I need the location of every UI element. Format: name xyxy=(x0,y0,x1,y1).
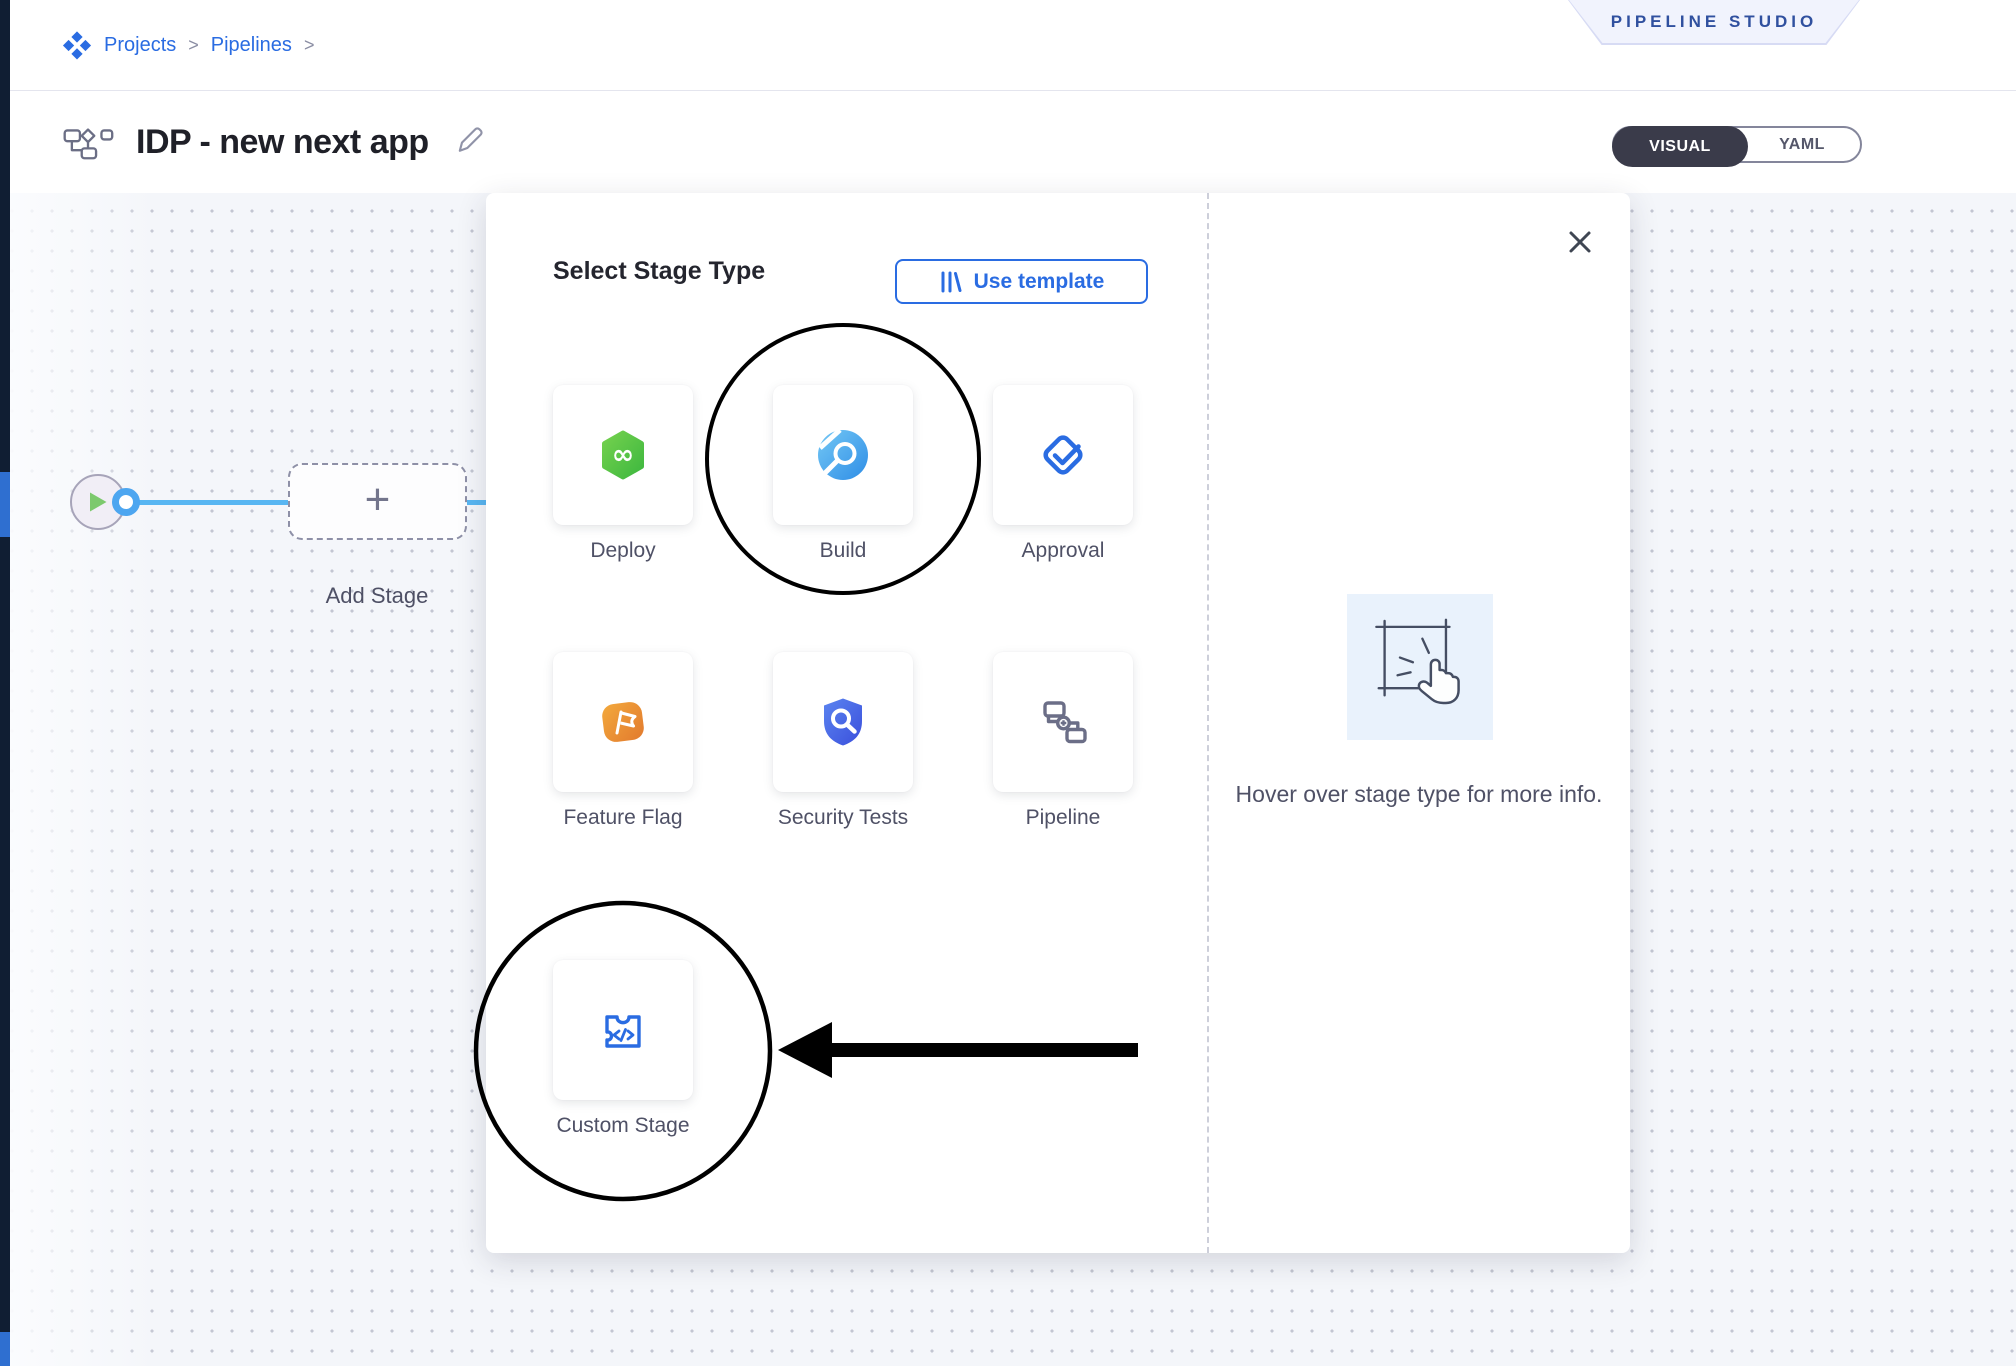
breadcrumb-projects[interactable]: Projects xyxy=(104,34,176,57)
edge-connector xyxy=(139,500,289,505)
play-icon xyxy=(88,491,108,513)
template-library-icon xyxy=(939,270,963,294)
hover-info-illustration xyxy=(1347,594,1493,740)
stage-card-feature-flag[interactable] xyxy=(553,652,693,792)
add-stage-node[interactable]: + xyxy=(288,463,467,540)
security-shield-icon xyxy=(815,694,871,750)
use-template-label: Use template xyxy=(974,270,1105,294)
edit-title-pencil-icon[interactable] xyxy=(455,125,485,160)
pipeline-studio-badge-label: PIPELINE STUDIO xyxy=(1568,0,1860,43)
breadcrumb-separator: > xyxy=(304,35,315,56)
page-title: IDP - new next app xyxy=(136,123,429,162)
stage-label-deploy: Deploy xyxy=(531,535,715,566)
stage-card-security-tests[interactable] xyxy=(773,652,913,792)
pipeline-chain-icon xyxy=(1035,694,1091,750)
hover-info-hint: Hover over stage type for more info. xyxy=(1228,778,1610,810)
toggle-yaml[interactable]: YAML xyxy=(1744,128,1860,161)
add-stage-label: Add Stage xyxy=(277,583,477,609)
feature-flag-icon xyxy=(595,694,651,750)
projects-logo-icon[interactable] xyxy=(62,30,92,60)
svg-text:∞: ∞ xyxy=(612,440,635,471)
stage-label-approval: Approval xyxy=(971,535,1155,566)
stage-label-security-tests: Security Tests xyxy=(768,802,918,833)
stage-card-pipeline[interactable] xyxy=(993,652,1133,792)
panel-divider xyxy=(1207,193,1209,1253)
rail-active-indicator xyxy=(0,472,10,537)
plus-icon: + xyxy=(365,478,391,522)
deploy-cd-icon: ∞ xyxy=(595,427,651,483)
hand-click-sketch-icon xyxy=(1361,608,1479,726)
close-x-icon xyxy=(1567,229,1593,255)
stage-card-build[interactable] xyxy=(773,385,913,525)
build-ci-icon xyxy=(815,427,871,483)
edge-connector xyxy=(467,500,487,505)
toggle-visual[interactable]: VISUAL xyxy=(1612,126,1748,167)
custom-stage-icon xyxy=(595,1002,651,1058)
close-button[interactable] xyxy=(1562,224,1598,260)
breadcrumb-pipelines[interactable]: Pipelines xyxy=(211,34,292,57)
stage-label-feature-flag: Feature Flag xyxy=(548,802,698,833)
breadcrumb: Projects > Pipelines > xyxy=(62,30,314,60)
rail-scroll-indicator xyxy=(0,1332,10,1366)
pipeline-studio-badge: PIPELINE STUDIO xyxy=(1568,0,1860,45)
connector-port[interactable] xyxy=(112,488,140,516)
stage-label-custom-stage: Custom Stage xyxy=(548,1110,698,1141)
use-template-button[interactable]: Use template xyxy=(895,259,1148,304)
breadcrumb-separator: > xyxy=(188,35,199,56)
left-nav-rail[interactable] xyxy=(0,0,10,1366)
stage-label-pipeline: Pipeline xyxy=(971,802,1155,833)
pipeline-graph-icon xyxy=(62,122,114,164)
stage-card-approval[interactable] xyxy=(993,385,1133,525)
stage-card-custom-stage[interactable] xyxy=(553,960,693,1100)
approval-check-icon xyxy=(1035,427,1091,483)
select-stage-type-panel: Select Stage Type Use template ∞ xyxy=(486,193,1630,1253)
panel-heading: Select Stage Type xyxy=(553,257,765,286)
stage-label-build: Build xyxy=(751,535,935,566)
view-mode-toggle: VISUAL YAML xyxy=(1612,126,1862,163)
stage-card-deploy[interactable]: ∞ xyxy=(553,385,693,525)
